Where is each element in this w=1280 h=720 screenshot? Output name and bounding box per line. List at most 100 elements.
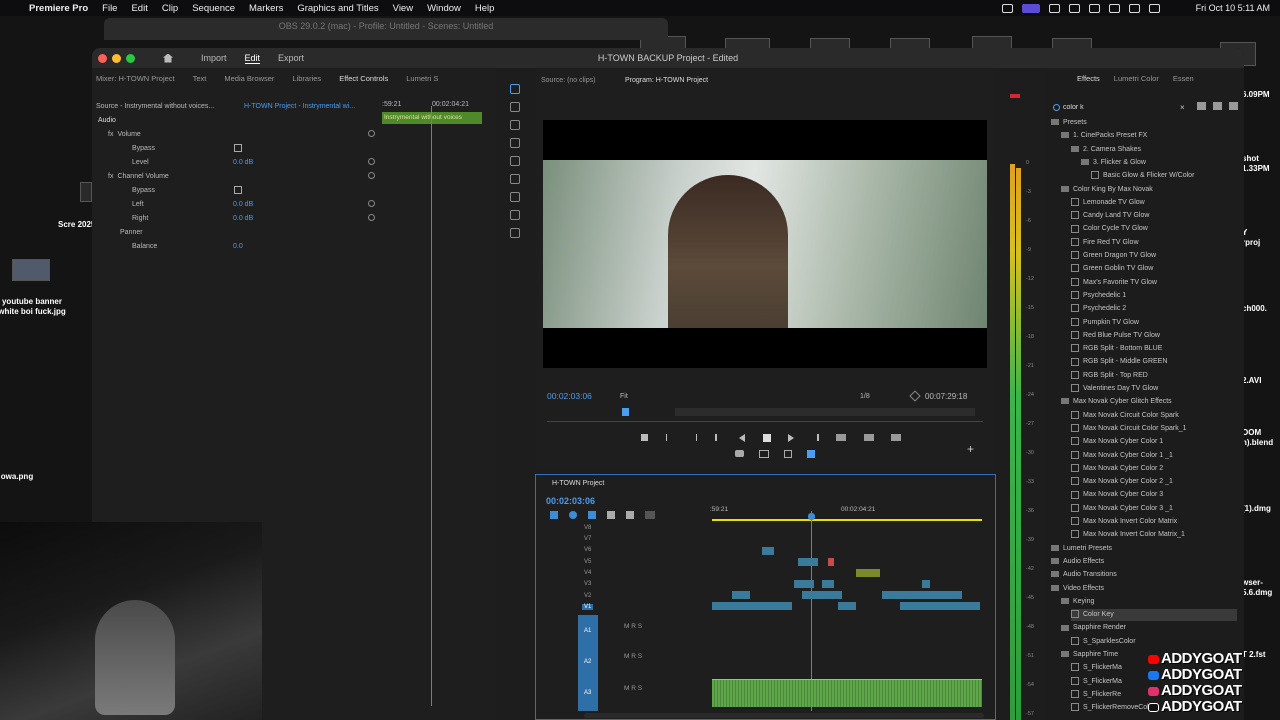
effects-folder[interactable]: 1. CinePacks Preset FX <box>1061 130 1147 142</box>
effect-item[interactable]: Color Key <box>1071 609 1237 622</box>
menu-edit[interactable]: Edit <box>124 3 154 14</box>
tab-effects[interactable]: Effects <box>1077 74 1100 83</box>
menu-markers[interactable]: Markers <box>242 3 290 14</box>
desktop-right-label[interactable]: OOM <box>1242 428 1261 438</box>
desktop-right-label[interactable]: rproj <box>1242 238 1260 248</box>
add-marker-icon[interactable] <box>641 434 648 441</box>
effect-item[interactable]: Max Novak Invert Color Matrix <box>1071 516 1177 528</box>
playhead-handle[interactable] <box>808 513 815 520</box>
wrench-icon[interactable] <box>909 390 921 402</box>
effects-folder[interactable]: Keying <box>1061 596 1094 608</box>
effect-item[interactable]: Max Novak Cyber Color 1 <box>1071 436 1163 448</box>
work-area-bar[interactable] <box>712 519 982 521</box>
battery-icon[interactable] <box>1148 3 1160 13</box>
safe-margins-icon[interactable] <box>784 450 792 458</box>
video-clip[interactable] <box>822 580 834 588</box>
video-clip[interactable] <box>882 591 962 599</box>
menubar-clock[interactable]: Fri Oct 10 5:11 AM <box>1196 3 1270 13</box>
type-tool-icon[interactable] <box>510 228 520 238</box>
desktop-right-label[interactable]: 6.09PM <box>1242 90 1270 100</box>
ec-playhead[interactable] <box>431 106 432 706</box>
effect-item[interactable]: Max Novak Circuit Color Spark_1 <box>1071 423 1186 435</box>
effect-item[interactable]: S_FlickerRemoveColor <box>1071 702 1155 714</box>
tab-libraries[interactable]: Libraries <box>292 74 321 83</box>
effects-folder[interactable]: Audio Transitions <box>1051 569 1117 581</box>
source-select[interactable]: Source - Instrymental without voices... <box>96 100 214 112</box>
reset-icon[interactable] <box>368 200 375 207</box>
track-label-v4[interactable]: V4 <box>584 570 591 576</box>
track-label-v7[interactable]: V7 <box>584 536 591 542</box>
go-to-out-icon[interactable] <box>812 434 819 441</box>
tab-export[interactable]: Export <box>278 53 304 64</box>
yuv-effects-icon[interactable] <box>1229 102 1238 110</box>
desktop-file-label[interactable]: youtube banner white boi fuck.jpg <box>0 297 66 317</box>
zoom-window-button[interactable] <box>126 53 135 63</box>
a3-mute-solo[interactable]: M R S <box>624 685 684 694</box>
effect-item[interactable]: Max Novak Cyber Color 3 _1 <box>1071 503 1173 515</box>
reset-icon[interactable] <box>368 130 375 137</box>
right-value[interactable]: 0.0 dB <box>233 212 253 224</box>
track-label-a3[interactable]: A3 <box>584 690 591 696</box>
effect-item[interactable]: RGB Split - Middle GREEN <box>1071 356 1167 368</box>
tab-source-monitor[interactable]: Source: (no clips) <box>541 74 595 86</box>
desktop-right-label[interactable]: 1.33PM <box>1242 164 1270 174</box>
video-clip[interactable] <box>794 580 814 588</box>
effect-item[interactable]: Color Cycle TV Glow <box>1071 223 1148 235</box>
effects-folder[interactable]: Video Effects <box>1051 583 1104 595</box>
effects-folder[interactable]: Sapphire Render <box>1061 622 1126 634</box>
desktop-right-label[interactable]: n).blend <box>1242 438 1273 448</box>
menu-app-name[interactable]: Premiere Pro <box>22 3 95 14</box>
bypass-checkbox[interactable] <box>234 144 242 152</box>
reset-icon[interactable] <box>368 158 375 165</box>
insert-nest-icon[interactable] <box>550 511 558 519</box>
desktop-file-label[interactable]: Scre 2025-1 <box>58 220 102 230</box>
video-clip[interactable] <box>732 591 750 599</box>
desktop-right-label[interactable]: (1).dmg <box>1242 504 1271 514</box>
reset-icon[interactable] <box>368 214 375 221</box>
pen-tool-icon[interactable] <box>510 174 520 184</box>
effects-search-input[interactable] <box>1063 101 1183 113</box>
effect-item[interactable]: S_FlickerRe <box>1071 689 1121 701</box>
desktop-right-label[interactable]: T 2.fst <box>1242 650 1266 660</box>
timeline-sequence-tab[interactable]: H-TOWN Project <box>552 477 604 489</box>
tab-program-monitor[interactable]: Program: H-TOWN Project <box>625 74 708 86</box>
desktop-right-label[interactable]: ch000. <box>1242 304 1267 314</box>
track-label-v3[interactable]: V3 <box>584 581 591 587</box>
home-icon[interactable] <box>163 53 173 63</box>
effects-folder[interactable]: Presets <box>1051 117 1087 129</box>
reset-icon[interactable] <box>368 172 375 179</box>
accelerated-effects-icon[interactable] <box>1197 102 1206 110</box>
hand-tool-icon[interactable] <box>510 210 520 220</box>
track-label-v2[interactable]: V2 <box>584 593 591 599</box>
desktop-file-label[interactable]: owa.png <box>0 472 34 482</box>
fit-dropdown[interactable]: Fit <box>620 390 628 402</box>
effect-item[interactable]: Max Novak Cyber Color 2 _1 <box>1071 476 1173 488</box>
effect-item[interactable]: S_SparklesColor <box>1071 636 1136 648</box>
track-label-v8[interactable]: V8 <box>584 525 591 531</box>
step-back-icon[interactable] <box>739 434 745 442</box>
effect-item[interactable]: Max's Favorite TV Glow <box>1071 277 1157 289</box>
menu-window[interactable]: Window <box>420 3 468 14</box>
tab-lumetri-scopes[interactable]: Lumetri S <box>406 74 438 83</box>
menu-clip[interactable]: Clip <box>155 3 185 14</box>
overwrite-icon[interactable] <box>863 434 874 441</box>
program-timecode[interactable]: 00:02:03:06 <box>547 390 592 402</box>
effect-item[interactable]: Pumpkin TV Glow <box>1071 317 1139 329</box>
track-label-a1[interactable]: A1 <box>584 628 591 634</box>
timeline-horizontal-scrollbar[interactable] <box>584 713 984 718</box>
video-clip[interactable] <box>798 558 818 566</box>
desktop-right-label[interactable]: shot <box>1242 154 1259 164</box>
close-window-button[interactable] <box>98 53 107 63</box>
headphones-icon[interactable] <box>1108 3 1120 13</box>
menu-help[interactable]: Help <box>468 3 502 14</box>
button-editor-plus-icon[interactable]: + <box>967 442 974 456</box>
minimize-window-button[interactable] <box>112 53 121 63</box>
ec-channel-volume-row[interactable]: fx Channel Volume <box>108 170 169 182</box>
vpn-icon[interactable] <box>1088 3 1100 13</box>
vr-video-icon[interactable] <box>807 450 815 458</box>
effects-folder[interactable]: Sapphire Time <box>1061 649 1118 661</box>
snap-icon[interactable] <box>569 511 577 519</box>
dropbox-icon[interactable] <box>1068 3 1080 13</box>
obs-window-titlebar[interactable]: OBS 29.0.2 (mac) - Profile: Untitled - S… <box>104 18 668 40</box>
track-label-v5[interactable]: V5 <box>584 559 591 565</box>
